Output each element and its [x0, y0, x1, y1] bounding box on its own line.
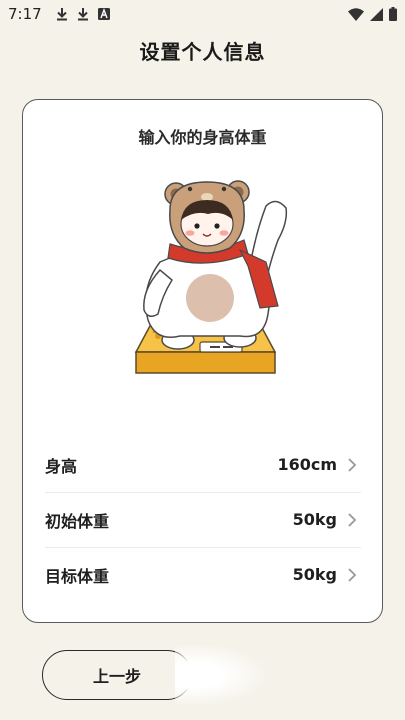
height-label: 身高	[45, 456, 78, 476]
target-weight-value: 50kg	[292, 565, 337, 584]
next-button-fade	[175, 645, 265, 705]
wifi-icon	[348, 7, 364, 21]
chevron-right-icon	[347, 567, 361, 583]
prev-step-button[interactable]: 上一步	[42, 650, 192, 700]
initial-weight-row[interactable]: 初始体重 50kg	[45, 492, 361, 547]
status-time: 7:17	[8, 5, 42, 23]
a-letter-icon	[97, 8, 110, 20]
page-title: 设置个人信息	[139, 40, 266, 64]
target-weight-row[interactable]: 目标体重 50kg	[45, 547, 361, 602]
initial-weight-value: 50kg	[292, 510, 337, 529]
status-system-icons	[348, 7, 397, 21]
card-title: 输入你的身高体重	[138, 128, 267, 147]
chevron-right-icon	[347, 512, 361, 528]
bear-costume-girl-on-scale-illustration	[134, 180, 288, 374]
initial-weight-label: 初始体重	[45, 511, 110, 531]
status-notification-icons	[56, 7, 110, 21]
download-icon	[56, 8, 67, 21]
download-icon	[77, 8, 88, 21]
info-card: 输入你的身高体重 身高 160cm 初始体重 50kg 目标体重 50kg	[22, 99, 383, 623]
battery-icon	[389, 7, 397, 21]
status-bar: 7:17	[0, 0, 405, 28]
signal-icon	[370, 7, 383, 21]
target-weight-label: 目标体重	[45, 566, 110, 586]
chevron-right-icon	[347, 457, 361, 473]
height-value: 160cm	[277, 455, 337, 474]
height-row[interactable]: 身高 160cm	[45, 437, 361, 492]
